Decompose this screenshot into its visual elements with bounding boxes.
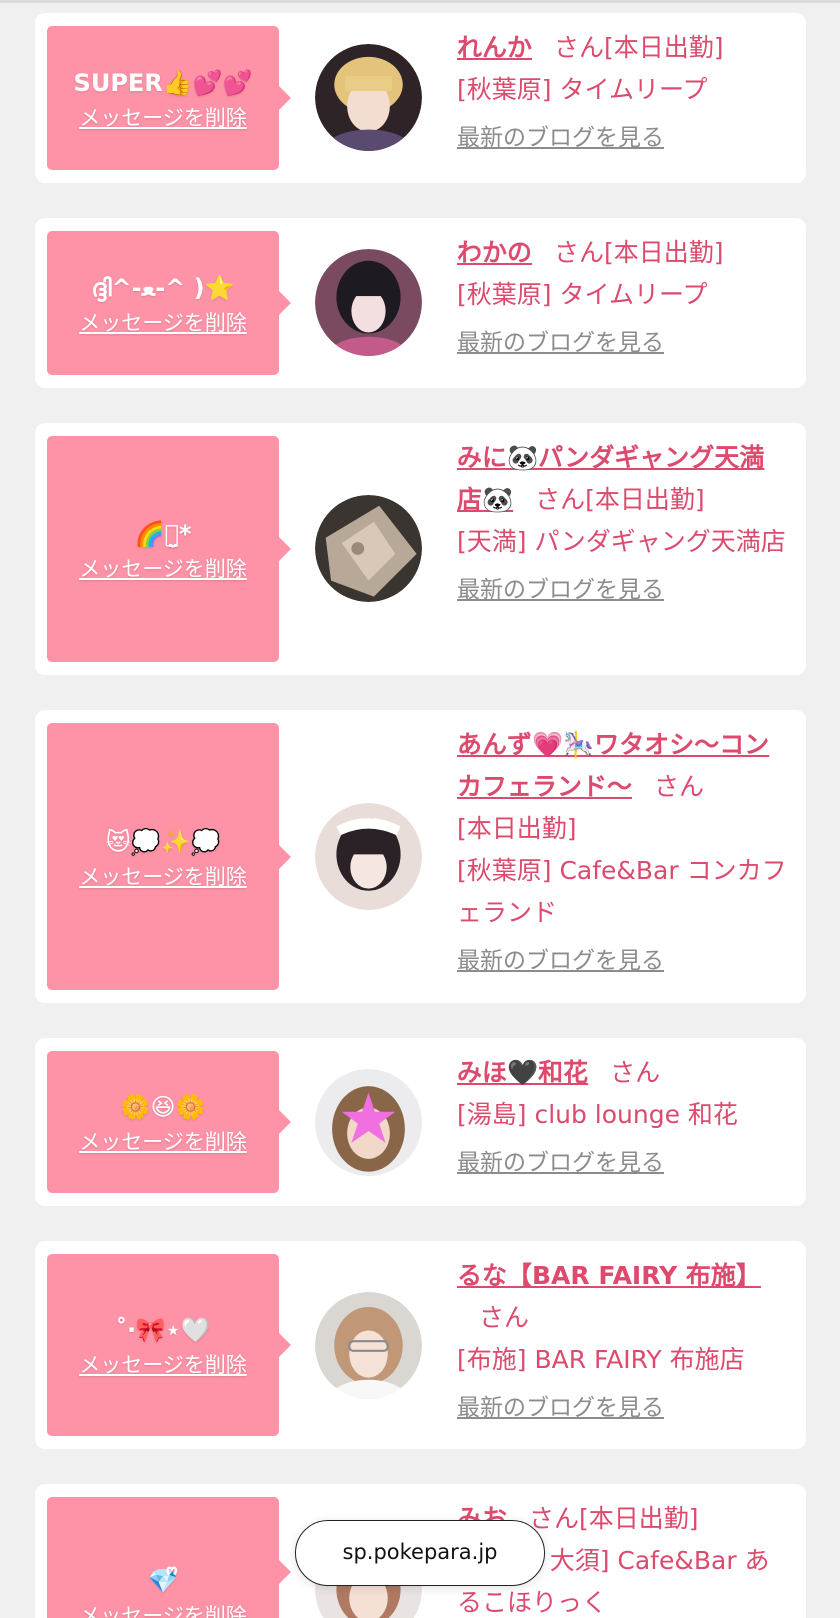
delete-message-link[interactable]: メッセージを削除 [47,308,279,338]
avatar[interactable] [315,803,422,910]
shift-status: [本日出勤] [579,1504,699,1533]
favorite-card: ˚‧🎀⋆🤍 メッセージを削除 るな【BAR FAIRY 布施】さん [布施] B… [35,1241,806,1449]
message-text: 😻💭✨💭 [105,827,221,856]
shop-location: [秋葉原] タイムリープ [457,75,708,104]
delete-message-link[interactable]: メッセージを削除 [47,554,279,584]
avatar[interactable] [315,1069,422,1176]
message-bubble: 💎ᩚ メッセージを削除 [47,1497,291,1618]
honorific: さん [535,485,586,514]
honorific: さん [654,772,705,801]
honorific: さん [554,238,605,267]
avatar[interactable] [315,249,422,356]
cast-info: るな【BAR FAIRY 布施】さん [布施] BAR FAIRY 布施店 最新… [457,1255,787,1429]
cast-info: みに🐼パンダギャング天満店🐼 さん[本日出勤] [天満] パンダギャング天満店 最… [457,437,787,611]
honorific: さん [479,1303,530,1332]
cast-info: わかの さん[本日出勤] [秋葉原] タイムリープ 最新のブログを見る [457,232,787,364]
shift-status: [本日出勤] [604,33,724,62]
delete-message-link[interactable]: メッセージを削除 [47,862,279,892]
shop-location: [布施] BAR FAIRY 布施店 [457,1345,745,1374]
cast-name-link[interactable]: みほ🖤和花 [457,1058,588,1087]
shop-location: [湯島] club lounge 和花 [457,1100,738,1129]
latest-blog-link[interactable]: 最新のブログを見る [457,569,787,611]
shop-location: [秋葉原] タイムリープ [457,280,708,309]
browser-url-bar[interactable]: sp.pokepara.jp [295,1520,545,1586]
cast-info: あんず💗🎠ワタオシ〜コンカフェランド〜 さん [本日出勤] [秋葉原] Cafe&… [457,724,787,982]
message-bubble: ˚‧🎀⋆🤍 メッセージを削除 [47,1254,291,1436]
honorific: さん [554,33,605,62]
delete-message-link[interactable]: メッセージを削除 [47,1601,279,1618]
avatar[interactable] [315,44,422,151]
message-bubble: 😻💭✨💭 メッセージを削除 [47,723,291,990]
honorific: さん [610,1058,661,1087]
message-text: 🌈ꪔ̤̮* [134,520,192,548]
cast-info: れんか さん[本日出勤] [秋葉原] タイムリープ 最新のブログを見る [457,27,787,159]
latest-blog-link[interactable]: 最新のブログを見る [457,1387,787,1429]
honorific: さん [529,1504,580,1533]
favorite-card: 🌈ꪔ̤̮* メッセージを削除 みに🐼パンダギャング天満店🐼 さん[本日出勤] [天… [35,423,806,675]
avatar[interactable] [315,1292,422,1399]
shift-status: [本日出勤] [585,485,705,514]
favorite-card: SUPER👍💕💕 メッセージを削除 れんか さん[本日出勤] [秋葉原] タイムリ… [35,13,806,183]
top-divider [0,0,840,3]
cast-name-link[interactable]: れんか [457,33,532,62]
message-text: 🌼😆🌼 [120,1093,206,1121]
favorite-card: ദ്ദി^-ﻌ-^ )⭐️ メッセージを削除 わかの さん[本日出勤] [秋葉原]… [35,218,806,388]
avatar[interactable] [315,495,422,602]
latest-blog-link[interactable]: 最新のブログを見る [457,117,787,159]
message-bubble: ദ്ദി^-ﻌ-^ )⭐️ メッセージを削除 [47,231,291,375]
message-bubble: SUPER👍💕💕 メッセージを削除 [47,26,291,170]
message-text: ദ്ദി^-ﻌ-^ )⭐️ [91,274,235,302]
shop-location: [天満] パンダギャング天満店 [457,527,786,556]
delete-message-link[interactable]: メッセージを削除 [47,1127,279,1157]
favorite-card: 🌼😆🌼 メッセージを削除 みほ🖤和花 さん [湯島] club lounge 和花… [35,1038,806,1206]
message-text: ˚‧🎀⋆🤍 [115,1316,211,1344]
shift-status: [本日出勤] [457,814,577,843]
cast-info: みほ🖤和花 さん [湯島] club lounge 和花 最新のブログを見る [457,1052,787,1184]
latest-blog-link[interactable]: 最新のブログを見る [457,322,787,364]
cast-name-link[interactable]: あんず💗🎠ワタオシ〜コンカフェランド〜 [457,730,769,801]
delete-message-link[interactable]: メッセージを削除 [47,1350,279,1380]
message-text: 💎ᩚ [148,1567,178,1595]
shop-location: [秋葉原] Cafe&Bar コンカフェランド [457,856,787,927]
message-text: SUPER👍💕💕 [73,69,253,97]
cast-name-link[interactable]: わかの [457,238,532,267]
delete-message-link[interactable]: メッセージを削除 [47,103,279,133]
favorite-card: 😻💭✨💭 メッセージを削除 あんず💗🎠ワタオシ〜コンカフェランド〜 さん [本日出… [35,710,806,1003]
latest-blog-link[interactable]: 最新のブログを見る [457,1142,787,1184]
cast-name-link[interactable]: るな【BAR FAIRY 布施】 [457,1261,761,1290]
message-bubble: 🌈ꪔ̤̮* メッセージを削除 [47,436,291,662]
message-bubble: 🌼😆🌼 メッセージを削除 [47,1051,291,1193]
latest-blog-link[interactable]: 最新のブログを見る [457,940,787,982]
shift-status: [本日出勤] [604,238,724,267]
